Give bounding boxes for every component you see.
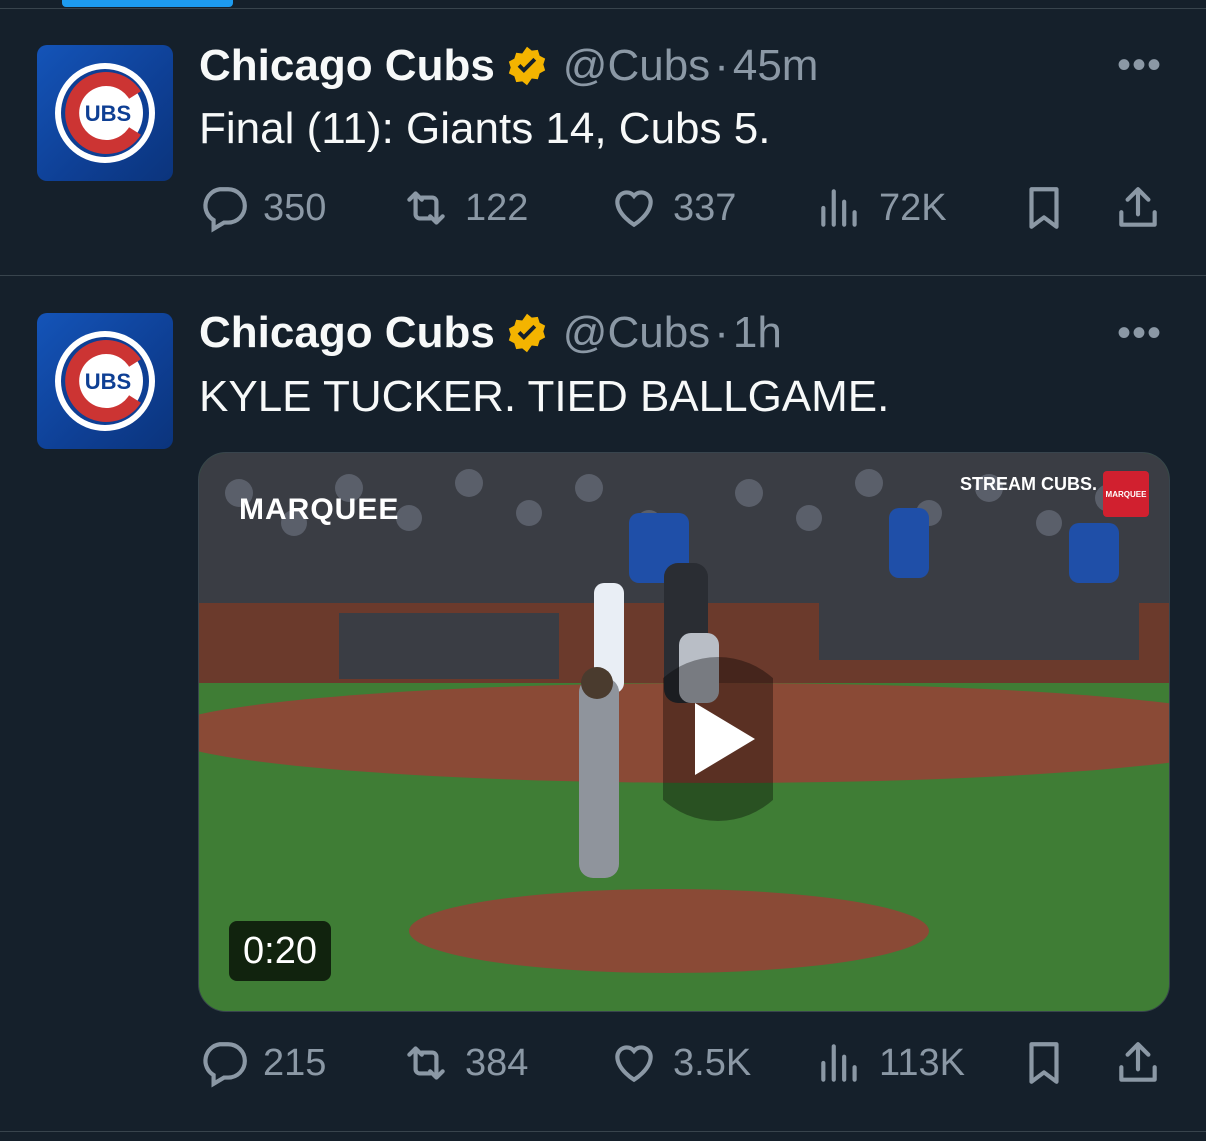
views-icon [821,189,857,227]
reply-button[interactable]: 350 [199,178,326,238]
video-duration: 0:20 [229,921,331,981]
tweet[interactable]: UBS Chicago Cubs @Cubs · 45m ••• Final (… [0,9,1206,276]
like-button[interactable]: 337 [609,178,736,238]
ellipsis-icon[interactable]: ••• [1117,311,1162,356]
play-icon [663,657,773,821]
views-count: 72K [879,186,947,229]
views-button[interactable]: 113K [815,1033,965,1093]
action-bar: 350 122 337 72K [199,178,1163,238]
repost-button[interactable]: 384 [401,1033,528,1093]
verified-badge-icon [505,311,549,355]
like-button[interactable]: 3.5K [609,1033,751,1093]
action-bar: 215 384 3.5K 113K [199,1033,1163,1093]
bookmark-icon [1029,187,1059,229]
broadcast-watermark-right: STREAM CUBS. [959,474,1097,494]
svg-text:UBS: UBS [85,101,131,126]
reply-icon [203,187,247,233]
avatar[interactable]: UBS [37,45,173,181]
views-button[interactable]: 72K [815,178,947,238]
separator: · [714,41,729,90]
repost-count: 384 [465,1041,529,1084]
broadcast-watermark-left: MARQUEE [239,493,400,526]
play-button[interactable] [663,657,773,821]
broadcast-logo-box: MARQUEE [1103,471,1149,517]
reply-button[interactable]: 215 [199,1033,326,1093]
handle[interactable]: @Cubs [563,41,710,91]
views-count: 113K [879,1041,965,1084]
heart-icon [615,190,653,228]
like-count: 3.5K [673,1041,752,1084]
cubs-logo: UBS [55,331,155,431]
tweet[interactable]: UBS Chicago Cubs @Cubs · 1h ••• KYLE TUC… [0,276,1206,1132]
separator: · [714,308,729,357]
share-button[interactable] [1113,1033,1163,1093]
video-player[interactable]: MARQUEE STREAM CUBS. MARQUEE 0:20 [198,452,1170,1012]
bookmark-button[interactable] [1019,178,1069,238]
timestamp[interactable]: 45m [733,41,819,91]
display-name[interactable]: Chicago Cubs [199,41,495,91]
reply-count: 215 [263,1041,327,1084]
cubs-logo: UBS [55,63,155,163]
repost-count: 122 [465,186,529,229]
reply-icon [203,1042,247,1088]
repost-icon [407,1046,445,1080]
share-button[interactable] [1113,178,1163,238]
svg-text:UBS: UBS [85,369,131,394]
like-count: 337 [673,186,737,229]
share-icon [1119,1042,1157,1082]
tweet-text: Final (11): Giants 14, Cubs 5. [199,104,771,153]
repost-button[interactable]: 122 [401,178,528,238]
top-tab-bar [0,0,1206,9]
avatar[interactable]: UBS [37,313,173,449]
reply-count: 350 [263,186,327,229]
tweet-header: Chicago Cubs @Cubs · 1h [199,305,782,361]
active-tab-indicator [62,0,233,7]
verified-badge-icon [505,44,549,88]
share-icon [1119,187,1157,227]
timestamp[interactable]: 1h [733,308,782,358]
heart-icon [615,1045,653,1083]
bookmark-icon [1029,1042,1059,1084]
tweet-text: KYLE TUCKER. TIED BALLGAME. [199,372,890,421]
bookmark-button[interactable] [1019,1033,1069,1093]
views-icon [821,1044,857,1082]
handle[interactable]: @Cubs [563,308,710,358]
repost-icon [407,191,445,225]
tweet-header: Chicago Cubs @Cubs · 45m [199,38,818,94]
ellipsis-icon[interactable]: ••• [1117,43,1162,88]
display-name[interactable]: Chicago Cubs [199,308,495,358]
